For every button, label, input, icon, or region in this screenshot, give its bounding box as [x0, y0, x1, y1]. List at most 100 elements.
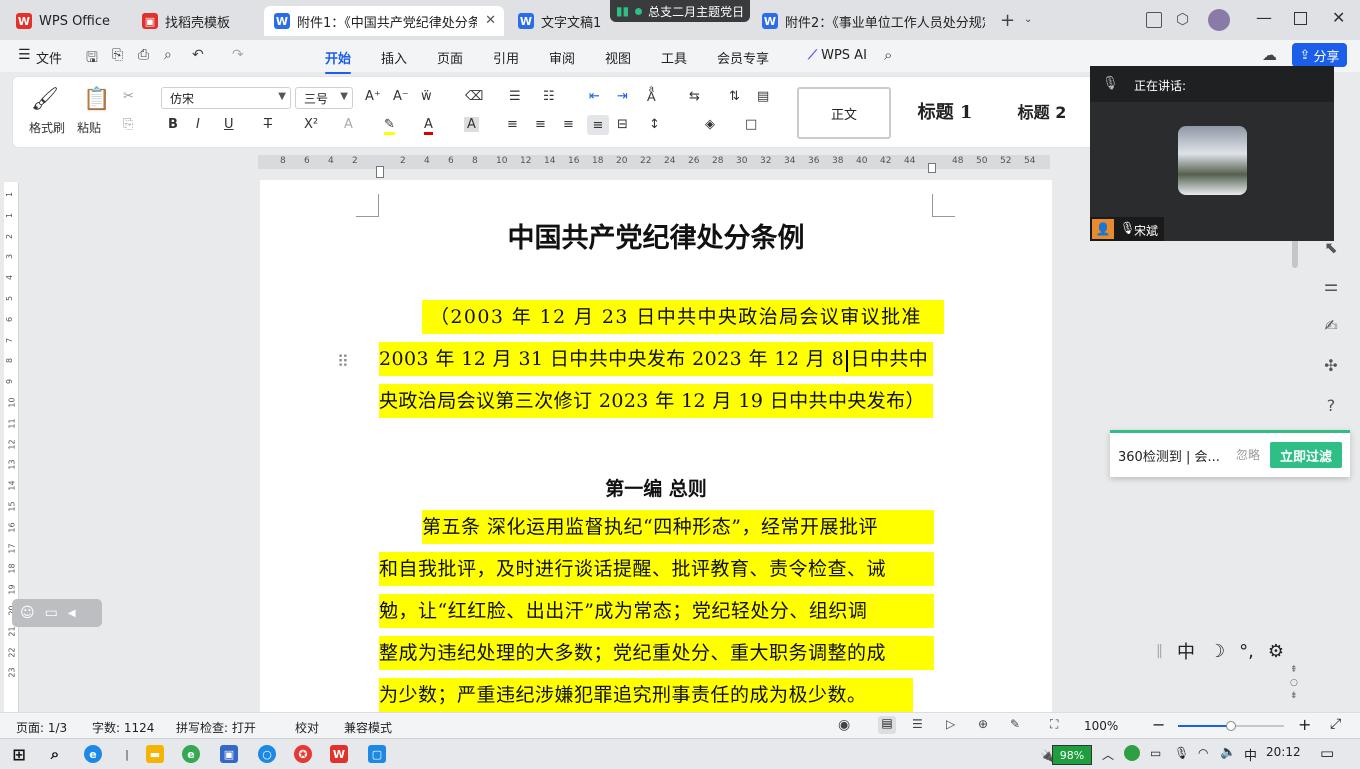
- increase-indent-icon[interactable]: ⇥: [617, 89, 628, 104]
- right-indent-marker[interactable]: [928, 163, 936, 173]
- share-button[interactable]: ⇪ 分享: [1292, 43, 1347, 67]
- format-painter-icon[interactable]: 🖌: [31, 87, 59, 112]
- settings-icon[interactable]: ⚙: [1268, 641, 1284, 662]
- battery-tray-icon[interactable]: ▭: [1150, 746, 1161, 760]
- paste-icon[interactable]: 📋: [83, 87, 110, 112]
- chevron-down-icon[interactable]: ⌄: [1024, 14, 1032, 25]
- maximize-button[interactable]: [1294, 12, 1307, 25]
- zoom-out-button[interactable]: −: [1152, 715, 1165, 734]
- vertical-ruler[interactable]: 11234567891011121314151617181920212223: [4, 182, 19, 712]
- word-count[interactable]: 字数: 1124: [92, 719, 154, 736]
- menu-file[interactable]: 文件: [36, 48, 62, 67]
- drag-handle-icon[interactable]: ⠿: [337, 352, 349, 371]
- align-center-icon[interactable]: ≡: [535, 117, 546, 132]
- play-icon[interactable]: ▷: [946, 717, 955, 731]
- clear-format-icon[interactable]: ⌫: [465, 89, 483, 104]
- cloud-app-icon[interactable]: ○: [258, 745, 276, 763]
- font-size-select[interactable]: 三号 ▼: [295, 87, 353, 109]
- close-icon[interactable]: ✕: [485, 13, 496, 28]
- page-nav-icon[interactable]: ⇞ ○ ⇟: [1290, 664, 1298, 703]
- zoom-slider-thumb[interactable]: [1226, 721, 1236, 731]
- phonetic-icon[interactable]: ẅ: [421, 89, 432, 104]
- sort-icon[interactable]: ⇅: [729, 89, 740, 104]
- document-page[interactable]: 中国共产党纪律处分条例 （2003 年 12 月 23 日中共中央政治局会议审议…: [260, 180, 1052, 720]
- export-icon[interactable]: ⎘: [112, 47, 123, 63]
- left-indent-marker[interactable]: [376, 166, 384, 178]
- menu-tools[interactable]: 工具: [661, 48, 687, 67]
- collapse-icon[interactable]: ◀: [68, 608, 76, 619]
- remote-icon[interactable]: ▣: [220, 745, 238, 763]
- tab-attachment-1[interactable]: W 附件1：《中国共产党纪律处分条例 ✕: [264, 6, 504, 36]
- copy-icon[interactable]: ⎘: [123, 117, 133, 132]
- distribute-icon[interactable]: ⊟: [617, 117, 628, 132]
- hamburger-icon[interactable]: ☰: [18, 47, 31, 63]
- punctuation-icon[interactable]: °,: [1239, 641, 1254, 662]
- align-left-icon[interactable]: ≡: [507, 117, 518, 132]
- cube-icon[interactable]: ⬡: [1176, 10, 1189, 28]
- half-width-icon[interactable]: ☽: [1209, 641, 1225, 662]
- line-wrap-icon[interactable]: ⇆: [689, 89, 700, 104]
- format-painter-label[interactable]: 格式刷: [29, 119, 65, 136]
- text-effect-icon[interactable]: A: [344, 117, 353, 132]
- underline-icon[interactable]: U: [224, 117, 234, 132]
- italic-icon[interactable]: I: [196, 117, 200, 132]
- minimize-button[interactable]: —: [1256, 8, 1272, 27]
- menu-insert[interactable]: 插入: [381, 48, 407, 67]
- battery-indicator[interactable]: 98%: [1052, 745, 1092, 765]
- font-color-icon[interactable]: A: [424, 117, 433, 135]
- style-heading-1[interactable]: 标题 1: [897, 87, 993, 135]
- avatar[interactable]: [1208, 9, 1230, 31]
- sign-icon[interactable]: ✍: [1320, 314, 1342, 336]
- participant-avatar[interactable]: [1178, 126, 1247, 195]
- style-normal[interactable]: 正文: [797, 87, 891, 139]
- style-heading-2[interactable]: 标题 2: [997, 87, 1087, 135]
- text-direction-icon[interactable]: Aͣ: [647, 89, 656, 105]
- paste-label[interactable]: 粘贴: [77, 119, 101, 136]
- notifications-icon[interactable]: ▭: [1320, 744, 1334, 762]
- undo-icon[interactable]: ↶: [192, 47, 204, 63]
- clock[interactable]: 20:12: [1266, 745, 1301, 759]
- windows-start-icon[interactable]: ⊞: [10, 745, 28, 764]
- new-tab-button[interactable]: +: [1000, 10, 1015, 31]
- proofread[interactable]: 校对: [295, 719, 319, 736]
- comment-icon[interactable]: ▭: [45, 605, 58, 621]
- decrease-indent-icon[interactable]: ⇤: [589, 89, 600, 104]
- tab-attachment-2[interactable]: W 附件2：《事业单位工作人员处分规定: [752, 6, 992, 36]
- shading-icon[interactable]: ◈: [705, 117, 715, 132]
- menu-member[interactable]: 会员专享: [717, 48, 769, 67]
- menu-references[interactable]: 引用: [493, 48, 519, 67]
- meeting-app-icon[interactable]: ▢: [368, 745, 386, 763]
- ignore-button[interactable]: 忽略: [1236, 446, 1260, 463]
- numbering-icon[interactable]: ☷: [543, 89, 555, 104]
- page-view-icon[interactable]: ▤: [878, 716, 896, 734]
- folder-icon[interactable]: ▬: [146, 745, 164, 763]
- help-icon[interactable]: ?: [1320, 394, 1342, 416]
- tab-wps-office[interactable]: W WPS Office: [6, 6, 124, 36]
- browser-icon[interactable]: e: [84, 745, 102, 763]
- bullets-icon[interactable]: ☰: [509, 89, 521, 104]
- bold-icon[interactable]: B: [168, 117, 178, 132]
- superscript-icon[interactable]: X²: [304, 117, 318, 132]
- print-preview-icon[interactable]: ⌕: [164, 47, 172, 63]
- window-mode-icon[interactable]: [1146, 12, 1162, 28]
- adjust-icon[interactable]: ⚌: [1320, 274, 1342, 296]
- highlight-icon[interactable]: ✎: [384, 117, 395, 135]
- volume-icon[interactable]: 🔈: [1220, 745, 1236, 760]
- search-icon[interactable]: ⌕: [46, 745, 64, 763]
- shrink-font-icon[interactable]: A⁻: [393, 89, 409, 104]
- save-icon[interactable]: 🖫: [86, 47, 98, 71]
- fullscreen-icon[interactable]: ⤢: [1330, 716, 1341, 732]
- page-count[interactable]: 页面: 1/3: [16, 719, 67, 736]
- security-tray-icon[interactable]: [1124, 745, 1140, 761]
- chevron-up-icon[interactable]: ︿: [1102, 746, 1114, 763]
- menu-review[interactable]: 审阅: [549, 48, 575, 67]
- menu-home[interactable]: 开始: [325, 48, 352, 74]
- spell-check[interactable]: 拼写检查: 打开: [176, 719, 256, 736]
- close-window-button[interactable]: ✕: [1332, 8, 1345, 27]
- fit-page-icon[interactable]: ⛶: [1050, 717, 1058, 732]
- font-select[interactable]: 仿宋 ▼: [161, 87, 291, 109]
- meeting-banner[interactable]: ▮▮ 总支二月主题党日: [610, 0, 750, 22]
- wifi-icon[interactable]: ◠: [1198, 746, 1208, 760]
- tools-icon[interactable]: ✣: [1320, 354, 1342, 376]
- ime-lang[interactable]: 中: [1177, 638, 1195, 664]
